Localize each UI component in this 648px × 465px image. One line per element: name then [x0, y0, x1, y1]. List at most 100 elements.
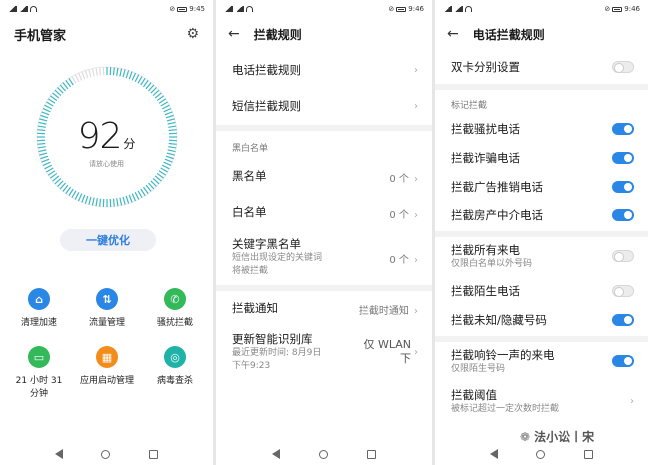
block-strangers-setting[interactable]: 拦截陌生电话 [435, 280, 648, 302]
signal-icon [224, 6, 233, 12]
gauge-tick [145, 82, 152, 90]
battery-status-icon [177, 6, 188, 12]
keyword-blacklist-item[interactable]: 关键字黑名单 短信出现设定的关键词 将被拦截 0 个 › [216, 233, 432, 281]
nav-bar [0, 443, 213, 465]
gauge-tick [62, 184, 69, 192]
ads-toggle[interactable] [612, 181, 634, 193]
blacklist-item[interactable]: 黑名单 0 个 › [216, 162, 432, 190]
chevron-right-icon: › [414, 346, 418, 358]
block-agency-setting[interactable]: 拦截房产中介电话 [435, 204, 648, 226]
nav-recent-icon[interactable] [148, 449, 158, 459]
gauge-tick [42, 107, 51, 113]
tool-cleanup[interactable]: ⌂ 清理加速 [4, 288, 74, 330]
gear-icon[interactable]: ⚙ [186, 26, 199, 42]
block-all-incoming-setting[interactable]: 拦截所有来电 仅限白名单以外号码 [435, 239, 648, 273]
nav-home-icon[interactable] [318, 449, 328, 459]
one-ring-toggle[interactable] [612, 355, 634, 367]
block-notify-item[interactable]: 拦截通知 拦截时通知 › [216, 296, 432, 320]
nav-back-icon[interactable] [490, 449, 499, 459]
gauge-tick [164, 111, 173, 116]
gauge-tick [91, 197, 95, 206]
gauge-tick [154, 92, 162, 99]
all-incoming-toggle[interactable] [612, 250, 634, 262]
nav-recent-icon[interactable] [583, 449, 593, 459]
gauge-tick [47, 170, 56, 176]
nav-home-icon[interactable] [101, 449, 111, 459]
gauge-tick [88, 69, 92, 78]
tool-harassment-block[interactable]: ✆ 骚扰拦截 [140, 288, 210, 330]
gauge-tick [131, 193, 137, 202]
gauge-tick [77, 193, 83, 202]
harass-toggle[interactable] [612, 123, 634, 135]
phone-block-rules-screen: ⊘ 9:46 ← 电话拦截规则 双卡分别设置 标记拦截 拦截骚扰电话 拦截诈骗电话… [435, 0, 648, 465]
gauge-tick [62, 82, 69, 90]
gauge-tick [119, 197, 123, 206]
phone-block-icon: ✆ [164, 288, 186, 310]
wifi-icon [30, 6, 37, 12]
nav-back-icon[interactable] [55, 449, 64, 459]
optimize-button[interactable]: 一键优化 [60, 229, 156, 251]
block-fraud-setting[interactable]: 拦截诈骗电话 [435, 147, 648, 169]
vibrate-icon: ⊘ [604, 5, 611, 13]
clock: 9:46 [624, 5, 640, 13]
dual-sim-setting[interactable]: 双卡分别设置 [435, 56, 648, 78]
watermark: ❁ 法小讼丨宋 [520, 429, 595, 445]
gauge-tick [134, 74, 140, 83]
gauge-tick [148, 182, 155, 190]
phone-rules-item[interactable]: 电话拦截规则 › [216, 56, 432, 84]
agency-toggle[interactable] [612, 209, 634, 221]
status-bar: ⊘ 9:46 [216, 0, 432, 18]
gauge-tick [46, 101, 54, 107]
block-threshold-item[interactable]: 拦截阈值 被标记超过一定次数时拦截 › [435, 384, 648, 418]
back-arrow-icon[interactable]: ← [228, 26, 240, 42]
fraud-toggle[interactable] [612, 152, 634, 164]
nav-back-icon[interactable] [271, 449, 280, 459]
section-label: 标记拦截 [451, 101, 488, 111]
battery-status-icon [612, 6, 623, 12]
gauge-tick [77, 72, 83, 81]
gauge-tick [119, 68, 123, 77]
gauge-tick [152, 178, 160, 185]
dual-sim-toggle[interactable] [612, 61, 634, 73]
gauge-tick [122, 196, 126, 205]
block-one-ring-setting[interactable]: 拦截响铃一声的来电 仅限陌生号码 [435, 344, 648, 378]
tool-data-traffic[interactable]: ⇅ 流量管理 [72, 288, 142, 330]
chevron-right-icon: › [414, 173, 418, 185]
signal-icon [443, 6, 452, 12]
gauge-tick [65, 186, 72, 194]
strangers-toggle[interactable] [612, 285, 634, 297]
signal-icon [235, 6, 244, 12]
gauge-tick [59, 182, 66, 190]
nav-home-icon[interactable] [536, 449, 546, 459]
gauge-tick [47, 98, 56, 104]
tool-virus-scan[interactable]: ◎ 病毒查杀 [140, 346, 210, 388]
gauge-tick [52, 92, 60, 99]
battery-icon: ▭ [28, 346, 50, 368]
gauge-tick [95, 67, 98, 76]
gauge-tick [142, 80, 149, 88]
gauge-tick [163, 107, 172, 113]
gauge-tick [41, 111, 50, 116]
gauge-tick [50, 172, 58, 179]
tool-app-launch[interactable]: ▦ 应用启动管理 [72, 346, 142, 388]
gauge-tick [84, 195, 89, 204]
block-ads-setting[interactable]: 拦截广告推销电话 [435, 176, 648, 198]
gauge-tick [74, 74, 80, 83]
sms-rules-item[interactable]: 短信拦截规则 › [216, 92, 432, 120]
tool-battery[interactable]: ▭ 21 小时 31 分钟 [4, 346, 74, 401]
gauge-tick [140, 77, 146, 86]
gauge-tick [74, 191, 80, 200]
gauge-tick [91, 68, 95, 77]
gauge-tick [81, 194, 86, 203]
update-library-item[interactable]: 更新智能识别库 最近更新时间: 8月9日 下午9:23 仅 WLAN 下 › [216, 326, 432, 378]
block-rules-screen: ⊘ 9:46 ← 拦截规则 电话拦截规则 › 短信拦截规则 › 黑白名单 黑名单 … [216, 0, 432, 465]
nav-recent-icon[interactable] [367, 449, 377, 459]
gauge-tick [154, 175, 162, 182]
chevron-right-icon: › [414, 209, 418, 221]
block-unknown-setting[interactable]: 拦截未知/隐藏号码 [435, 309, 648, 331]
whitelist-item[interactable]: 白名单 0 个 › [216, 198, 432, 226]
back-arrow-icon[interactable]: ← [447, 26, 459, 42]
unknown-toggle[interactable] [612, 314, 634, 326]
virus-scan-icon: ◎ [164, 346, 186, 368]
block-harass-setting[interactable]: 拦截骚扰电话 [435, 118, 648, 140]
